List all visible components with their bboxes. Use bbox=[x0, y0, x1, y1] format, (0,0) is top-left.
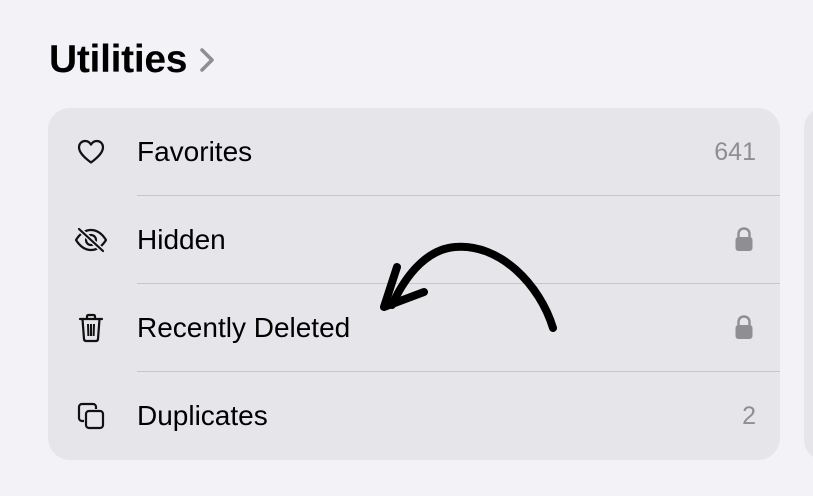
row-label: Favorites bbox=[137, 136, 253, 167]
row-recently-deleted[interactable]: Recently Deleted bbox=[48, 284, 780, 372]
row-duplicates[interactable]: Duplicates 2 bbox=[48, 372, 780, 460]
lock-icon bbox=[734, 224, 754, 256]
row-favorites[interactable]: Favorites 641 bbox=[48, 108, 780, 196]
duplicates-count: 2 bbox=[742, 402, 756, 430]
row-label: Duplicates bbox=[137, 400, 268, 431]
chevron-right-icon bbox=[199, 47, 215, 73]
row-label: Recently Deleted bbox=[137, 312, 351, 343]
trash-icon bbox=[74, 312, 108, 344]
section-title: Utilities bbox=[49, 38, 188, 81]
heart-icon bbox=[74, 136, 108, 168]
utilities-header[interactable]: Utilities bbox=[49, 36, 215, 84]
row-hidden[interactable]: Hidden bbox=[48, 196, 780, 284]
utilities-card: Favorites 641 Hidden Recently Deleted Du… bbox=[48, 108, 780, 460]
row-label: Hidden bbox=[137, 224, 226, 255]
next-card-peek bbox=[804, 108, 813, 460]
lock-icon bbox=[734, 312, 754, 344]
eye-slash-icon bbox=[74, 224, 108, 256]
favorites-count: 641 bbox=[714, 138, 756, 166]
duplicate-icon bbox=[74, 400, 108, 432]
